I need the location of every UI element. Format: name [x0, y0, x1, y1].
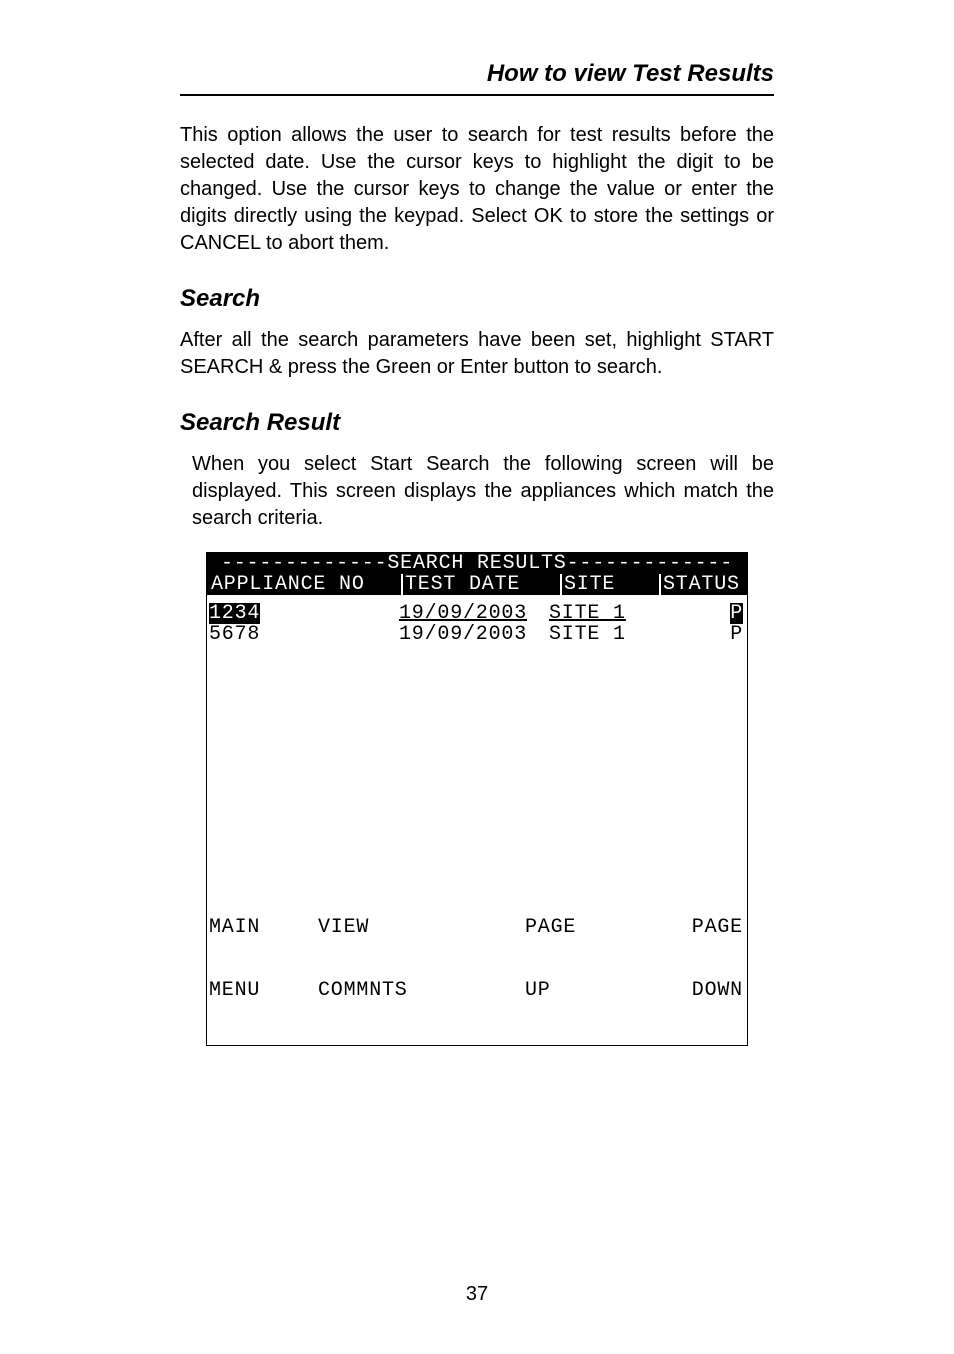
section-text-search: After all the search parameters have bee…	[180, 327, 774, 381]
lcd-title: -------------SEARCH RESULTS-------------	[207, 553, 747, 574]
page-number: 37	[0, 1283, 954, 1306]
lcd-cell-appliance: 1234	[209, 603, 260, 624]
section-heading-search: Search	[180, 285, 774, 313]
lcd-foot-pagedown2: DOWN	[634, 980, 743, 1001]
lcd-foot-pageup2: UP	[525, 980, 634, 1001]
lcd-screen: -------------SEARCH RESULTS-------------…	[206, 552, 748, 1046]
lcd-cell-status: P	[649, 624, 747, 645]
lcd-foot-pagedown1: PAGE	[634, 917, 743, 938]
lcd-cell-date: 19/09/2003	[399, 603, 549, 624]
lcd-foot-main: MAIN	[209, 917, 318, 938]
lcd-footer: MAIN MENU VIEW COMMNTS PAGE UP PAGE DOWN	[207, 875, 747, 1045]
section-heading-result: Search Result	[180, 409, 774, 437]
lcd-cell-appliance: 5678	[207, 624, 399, 645]
lcd-row: 5678 19/09/2003 SITE 1 P	[207, 624, 747, 645]
lcd-cell-status: P	[730, 603, 743, 624]
lcd-header-site: SITE	[560, 574, 659, 595]
lcd-foot-commnts: COMMNTS	[318, 980, 427, 1001]
lcd-header-status: STATUS	[659, 574, 747, 595]
lcd-foot-menu: MENU	[209, 980, 318, 1001]
lcd-header-appliance: APPLIANCE NO	[207, 574, 401, 595]
lcd-cell-date: 19/09/2003	[399, 624, 549, 645]
section-text-result: When you select Start Search the followi…	[192, 451, 774, 532]
lcd-cell-site: SITE 1	[549, 624, 649, 645]
lcd-foot-view: VIEW	[318, 917, 427, 938]
lcd-header-date: TEST DATE	[401, 574, 560, 595]
lcd-body: 1234 19/09/2003 SITE 1 P 5678 19/09/2003…	[207, 595, 747, 875]
header-rule	[180, 94, 774, 96]
lcd-cell-site: SITE 1	[549, 603, 649, 624]
page-header: How to view Test Results	[180, 60, 774, 88]
lcd-header-row: APPLIANCE NO TEST DATE SITE STATUS	[207, 574, 747, 595]
lcd-row: 1234 19/09/2003 SITE 1 P	[207, 603, 747, 624]
lcd-foot-pageup1: PAGE	[525, 917, 634, 938]
intro-paragraph: This option allows the user to search fo…	[180, 122, 774, 257]
